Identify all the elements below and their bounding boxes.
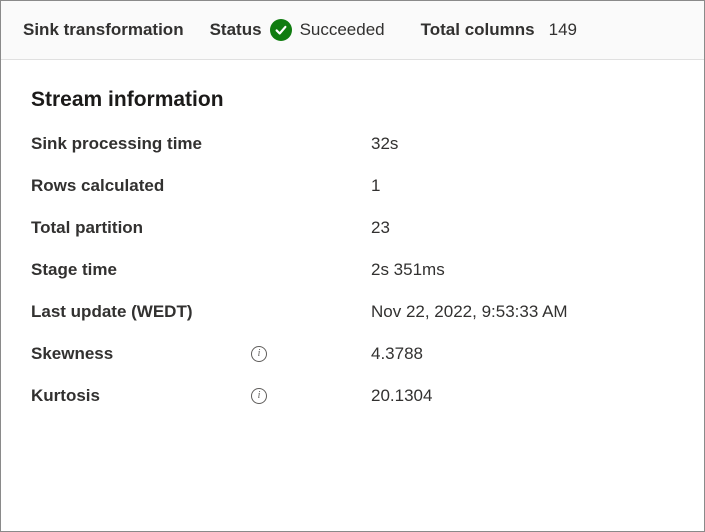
header-bar: Sink transformation Status Succeeded Tot… <box>1 1 704 60</box>
info-row: Rows calculated 1 <box>31 176 674 196</box>
info-value: 32s <box>371 134 398 154</box>
info-row: Total partition 23 <box>31 218 674 238</box>
success-check-icon <box>270 19 292 41</box>
status-value: Succeeded <box>300 20 385 40</box>
info-row: Kurtosisi 20.1304 <box>31 386 674 406</box>
info-list: Sink processing time 32s Rows calculated 1 T… <box>31 134 674 406</box>
info-row: Stage time 2s 351ms <box>31 260 674 280</box>
info-icon[interactable]: i <box>251 388 267 404</box>
info-value: 20.1304 <box>371 386 432 406</box>
info-value: Nov 22, 2022, 9:53:33 AM <box>371 302 568 322</box>
header-title: Sink transformation <box>23 20 184 40</box>
section-title: Stream information <box>31 88 674 112</box>
info-value: 1 <box>371 176 380 196</box>
info-label: Rows calculated <box>31 176 251 196</box>
info-value: 23 <box>371 218 390 238</box>
info-value: 2s 351ms <box>371 260 445 280</box>
info-icon[interactable]: i <box>251 346 267 362</box>
total-columns-label: Total columns <box>421 20 535 40</box>
info-label: Skewness <box>31 344 251 364</box>
info-label: Last update (WEDT) <box>31 302 251 322</box>
info-row: Last update (WEDT) Nov 22, 2022, 9:53:33 … <box>31 302 674 322</box>
info-label: Sink processing time <box>31 134 251 154</box>
info-value: 4.3788 <box>371 344 423 364</box>
info-row: Sink processing time 32s <box>31 134 674 154</box>
info-icon-slot: i <box>251 388 371 404</box>
info-label: Total partition <box>31 218 251 238</box>
info-icon-slot: i <box>251 346 371 362</box>
info-label: Kurtosis <box>31 386 251 406</box>
total-columns-value: 149 <box>549 20 577 40</box>
content-panel: Stream information Sink processing time 3… <box>1 60 704 456</box>
info-label: Stage time <box>31 260 251 280</box>
status-group: Status Succeeded <box>210 19 385 41</box>
status-label: Status <box>210 20 262 40</box>
info-row: Skewnessi 4.3788 <box>31 344 674 364</box>
